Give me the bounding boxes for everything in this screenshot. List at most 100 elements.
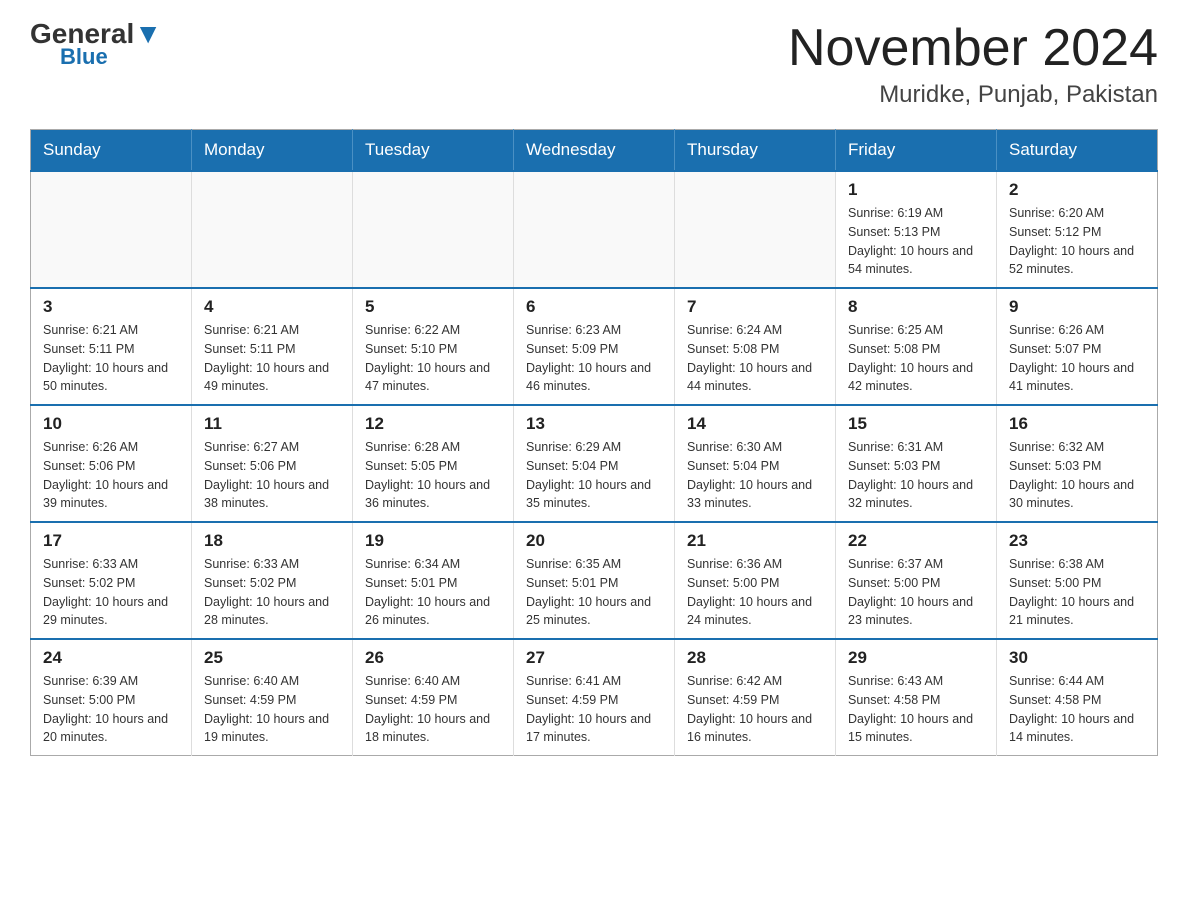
logo-triangle-icon: ▼ [134,18,162,49]
day-number: 9 [1009,297,1145,317]
calendar-cell: 5 Sunrise: 6:22 AM Sunset: 5:10 PM Daylig… [353,288,514,405]
calendar-cell: 24 Sunrise: 6:39 AM Sunset: 5:00 PM Dayli… [31,639,192,756]
weekday-header-saturday: Saturday [997,130,1158,172]
calendar-cell: 7 Sunrise: 6:24 AM Sunset: 5:08 PM Daylig… [675,288,836,405]
calendar-cell: 27 Sunrise: 6:41 AM Sunset: 4:59 PM Dayli… [514,639,675,756]
week-row-2: 3 Sunrise: 6:21 AM Sunset: 5:11 PM Daylig… [31,288,1158,405]
calendar-cell: 23 Sunrise: 6:38 AM Sunset: 5:00 PM Dayli… [997,522,1158,639]
day-number: 11 [204,414,340,434]
calendar-cell [514,171,675,288]
day-number: 27 [526,648,662,668]
day-info: Sunrise: 6:20 AM Sunset: 5:12 PM Dayligh… [1009,204,1145,279]
day-number: 6 [526,297,662,317]
calendar-cell: 30 Sunrise: 6:44 AM Sunset: 4:58 PM Dayli… [997,639,1158,756]
day-info: Sunrise: 6:24 AM Sunset: 5:08 PM Dayligh… [687,321,823,396]
weekday-header-wednesday: Wednesday [514,130,675,172]
calendar-cell: 29 Sunrise: 6:43 AM Sunset: 4:58 PM Dayli… [836,639,997,756]
day-info: Sunrise: 6:36 AM Sunset: 5:00 PM Dayligh… [687,555,823,630]
day-info: Sunrise: 6:35 AM Sunset: 5:01 PM Dayligh… [526,555,662,630]
title-block: November 2024 Muridke, Punjab, Pakistan [788,20,1158,109]
day-number: 16 [1009,414,1145,434]
calendar-cell: 6Sunrise: 6:23 AM Sunset: 5:09 PM Daylig… [514,288,675,405]
logo: General▼ Blue [30,20,162,70]
day-number: 15 [848,414,984,434]
day-info: Sunrise: 6:41 AM Sunset: 4:59 PM Dayligh… [526,672,662,747]
weekday-header-tuesday: Tuesday [353,130,514,172]
day-number: 24 [43,648,179,668]
day-number: 18 [204,531,340,551]
day-info: Sunrise: 6:25 AM Sunset: 5:08 PM Dayligh… [848,321,984,396]
day-number: 30 [1009,648,1145,668]
day-info: Sunrise: 6:26 AM Sunset: 5:07 PM Dayligh… [1009,321,1145,396]
day-number: 1 [848,180,984,200]
calendar-cell: 4 Sunrise: 6:21 AM Sunset: 5:11 PM Daylig… [192,288,353,405]
calendar-subtitle: Muridke, Punjab, Pakistan [788,81,1158,109]
calendar-cell: 17Sunrise: 6:33 AM Sunset: 5:02 PM Dayli… [31,522,192,639]
page-header: General▼ Blue November 2024 Muridke, Pun… [30,20,1158,109]
calendar-cell: 18Sunrise: 6:33 AM Sunset: 5:02 PM Dayli… [192,522,353,639]
day-info: Sunrise: 6:27 AM Sunset: 5:06 PM Dayligh… [204,438,340,513]
calendar-cell: 15 Sunrise: 6:31 AM Sunset: 5:03 PM Dayli… [836,405,997,522]
calendar-cell: 2 Sunrise: 6:20 AM Sunset: 5:12 PM Daylig… [997,171,1158,288]
day-info: Sunrise: 6:29 AM Sunset: 5:04 PM Dayligh… [526,438,662,513]
calendar-cell: 13 Sunrise: 6:29 AM Sunset: 5:04 PM Dayli… [514,405,675,522]
weekday-header-friday: Friday [836,130,997,172]
calendar-cell: 10Sunrise: 6:26 AM Sunset: 5:06 PM Dayli… [31,405,192,522]
day-number: 29 [848,648,984,668]
calendar-cell: 8 Sunrise: 6:25 AM Sunset: 5:08 PM Daylig… [836,288,997,405]
calendar-cell: 19Sunrise: 6:34 AM Sunset: 5:01 PM Dayli… [353,522,514,639]
weekday-header-thursday: Thursday [675,130,836,172]
day-number: 28 [687,648,823,668]
day-info: Sunrise: 6:37 AM Sunset: 5:00 PM Dayligh… [848,555,984,630]
calendar-cell: 14 Sunrise: 6:30 AM Sunset: 5:04 PM Dayli… [675,405,836,522]
day-info: Sunrise: 6:21 AM Sunset: 5:11 PM Dayligh… [43,321,179,396]
day-info: Sunrise: 6:39 AM Sunset: 5:00 PM Dayligh… [43,672,179,747]
day-info: Sunrise: 6:30 AM Sunset: 5:04 PM Dayligh… [687,438,823,513]
day-number: 13 [526,414,662,434]
day-number: 22 [848,531,984,551]
calendar-cell: 1Sunrise: 6:19 AM Sunset: 5:13 PM Daylig… [836,171,997,288]
day-number: 3 [43,297,179,317]
week-row-4: 17Sunrise: 6:33 AM Sunset: 5:02 PM Dayli… [31,522,1158,639]
day-number: 25 [204,648,340,668]
day-number: 21 [687,531,823,551]
calendar-cell: 21 Sunrise: 6:36 AM Sunset: 5:00 PM Dayli… [675,522,836,639]
calendar-title: November 2024 [788,20,1158,77]
day-number: 4 [204,297,340,317]
calendar-cell: 26 Sunrise: 6:40 AM Sunset: 4:59 PM Dayli… [353,639,514,756]
day-info: Sunrise: 6:44 AM Sunset: 4:58 PM Dayligh… [1009,672,1145,747]
week-row-1: 1Sunrise: 6:19 AM Sunset: 5:13 PM Daylig… [31,171,1158,288]
day-number: 23 [1009,531,1145,551]
calendar-table: SundayMondayTuesdayWednesdayThursdayFrid… [30,129,1158,756]
calendar-cell: 12 Sunrise: 6:28 AM Sunset: 5:05 PM Dayli… [353,405,514,522]
day-number: 26 [365,648,501,668]
day-info: Sunrise: 6:40 AM Sunset: 4:59 PM Dayligh… [204,672,340,747]
day-number: 10 [43,414,179,434]
weekday-header-row: SundayMondayTuesdayWednesdayThursdayFrid… [31,130,1158,172]
day-info: Sunrise: 6:21 AM Sunset: 5:11 PM Dayligh… [204,321,340,396]
day-info: Sunrise: 6:42 AM Sunset: 4:59 PM Dayligh… [687,672,823,747]
day-number: 7 [687,297,823,317]
day-info: Sunrise: 6:22 AM Sunset: 5:10 PM Dayligh… [365,321,501,396]
weekday-header-monday: Monday [192,130,353,172]
calendar-cell: 22 Sunrise: 6:37 AM Sunset: 5:00 PM Dayli… [836,522,997,639]
day-info: Sunrise: 6:38 AM Sunset: 5:00 PM Dayligh… [1009,555,1145,630]
calendar-cell: 28 Sunrise: 6:42 AM Sunset: 4:59 PM Dayli… [675,639,836,756]
day-info: Sunrise: 6:31 AM Sunset: 5:03 PM Dayligh… [848,438,984,513]
day-number: 12 [365,414,501,434]
day-number: 5 [365,297,501,317]
day-number: 14 [687,414,823,434]
logo-blue-text: Blue [60,44,108,70]
day-number: 2 [1009,180,1145,200]
calendar-cell: 25 Sunrise: 6:40 AM Sunset: 4:59 PM Dayli… [192,639,353,756]
day-info: Sunrise: 6:34 AM Sunset: 5:01 PM Dayligh… [365,555,501,630]
week-row-3: 10Sunrise: 6:26 AM Sunset: 5:06 PM Dayli… [31,405,1158,522]
day-info: Sunrise: 6:40 AM Sunset: 4:59 PM Dayligh… [365,672,501,747]
day-info: Sunrise: 6:43 AM Sunset: 4:58 PM Dayligh… [848,672,984,747]
week-row-5: 24 Sunrise: 6:39 AM Sunset: 5:00 PM Dayli… [31,639,1158,756]
day-number: 8 [848,297,984,317]
day-info: Sunrise: 6:28 AM Sunset: 5:05 PM Dayligh… [365,438,501,513]
day-number: 20 [526,531,662,551]
day-info: Sunrise: 6:33 AM Sunset: 5:02 PM Dayligh… [43,555,179,630]
calendar-cell: 9 Sunrise: 6:26 AM Sunset: 5:07 PM Daylig… [997,288,1158,405]
